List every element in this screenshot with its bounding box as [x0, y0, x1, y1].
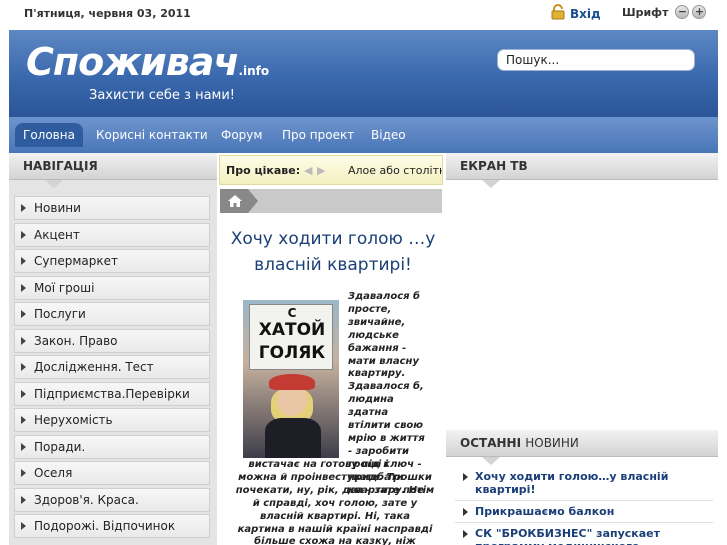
- bullet-arrow-icon: [21, 389, 26, 398]
- sign-line: ХАТОЙ: [258, 320, 326, 340]
- sidebar-item-label: Супермаркет: [34, 254, 118, 268]
- sidebar-item-services[interactable]: Послуги: [14, 302, 210, 326]
- sidebar-item-law[interactable]: Закон. Право: [14, 328, 210, 353]
- nav-item-video[interactable]: Відео: [363, 123, 414, 147]
- news-ticker: Про цікаве: ◀ ▶ Алое або столітник: [219, 155, 443, 185]
- nav-item-contacts[interactable]: Корисні контакти: [88, 123, 216, 147]
- lock-icon: [550, 4, 566, 24]
- sidebar-item-label: Послуги: [34, 307, 86, 321]
- bullet-arrow-icon: [463, 530, 468, 538]
- bullet-arrow-icon: [21, 230, 26, 239]
- sidebar-item-supermarket[interactable]: Супермаркет: [14, 249, 210, 273]
- article-photo: С ХАТОЙ ГОЛЯК: [243, 300, 339, 458]
- latest-news-link[interactable]: СК "БРОКБИЗНЕС" запускает программу меди…: [475, 527, 713, 545]
- bullet-arrow-icon: [21, 310, 26, 318]
- ticker-headline[interactable]: Алое або столітник: [348, 164, 442, 177]
- header-notch: [482, 457, 500, 465]
- protest-sign: С ХАТОЙ ГОЛЯК: [249, 304, 333, 370]
- article-text-body: вистачає на готову під ключ - можна й пр…: [235, 459, 435, 545]
- bullet-arrow-icon: [463, 473, 468, 481]
- home-icon: [228, 195, 242, 207]
- latest-news-header: ОСТАННІ НОВИНИ: [446, 430, 718, 465]
- bullet-arrow-icon: [21, 416, 26, 424]
- sidebar-item-label: Поради.: [34, 439, 86, 454]
- breadcrumb-home[interactable]: [220, 189, 258, 213]
- font-size-label: Шрифт: [622, 5, 669, 19]
- sidebar-item-label: Новини: [34, 201, 81, 215]
- photo-hat: [269, 374, 315, 390]
- navigation-header: НАВІГАЦІЯ: [9, 153, 217, 188]
- logo-suffix: .info: [238, 64, 270, 78]
- sidebar-item-realty[interactable]: Нерухомість: [14, 408, 210, 432]
- bullet-arrow-icon: [21, 363, 26, 371]
- sidebar-item-home[interactable]: Оселя: [14, 461, 210, 485]
- sidebar-item-travel[interactable]: Подорожі. Відпочинок: [14, 514, 210, 538]
- bullet-arrow-icon: [21, 257, 26, 265]
- list-item[interactable]: СК "БРОКБИЗНЕС" запускает программу меди…: [455, 523, 713, 545]
- login-link[interactable]: Вхід: [550, 4, 601, 24]
- header-notch: [45, 180, 63, 188]
- sidebar-item-money[interactable]: Мої гроші: [14, 275, 210, 300]
- latest-news-link[interactable]: Хочу ходити голою…у власній квартирі!: [475, 470, 713, 496]
- bullet-arrow-icon: [21, 336, 26, 345]
- site-header: Споживач.info Захисти себе з нами!: [9, 30, 718, 117]
- sign-line: ГОЛЯК: [258, 343, 326, 363]
- navigation-title: НАВІГАЦІЯ: [23, 159, 98, 173]
- arrow-left-icon[interactable]: ◀: [304, 164, 312, 177]
- tv-header: ЕКРАН ТВ: [446, 153, 718, 188]
- sidebar-item-label: Подорожі. Відпочинок: [34, 519, 176, 533]
- font-increase-button[interactable]: +: [692, 5, 707, 19]
- font-size-control: Шрифт − +: [622, 5, 707, 19]
- latest-news-title: ОСТАННІ НОВИНИ: [460, 436, 579, 450]
- font-decrease-button[interactable]: −: [675, 5, 690, 19]
- bullet-arrow-icon: [21, 204, 26, 212]
- arrow-right-icon[interactable]: ▶: [317, 164, 325, 177]
- sign-line: С: [287, 306, 297, 320]
- nav-item-forum[interactable]: Форум: [213, 123, 270, 147]
- sidebar-item-research[interactable]: Дослідження. Тест: [14, 355, 210, 379]
- sidebar-menu: Новини Акцент Супермаркет Мої гроші Посл…: [14, 196, 210, 541]
- tv-title: ЕКРАН ТВ: [460, 159, 528, 173]
- latest-news-list: Хочу ходити голою…у власній квартирі! Пр…: [455, 466, 713, 545]
- latest-news-link[interactable]: Прикрашаємо балкон: [475, 505, 614, 518]
- header-notch: [482, 180, 500, 188]
- site-slogan: Захисти себе з нами!: [89, 88, 236, 103]
- bullet-arrow-icon: [21, 522, 26, 530]
- latest-title-rest: НОВИНИ: [525, 436, 579, 450]
- sidebar-item-tips[interactable]: Поради.: [14, 434, 210, 459]
- sidebar-item-companies[interactable]: Підприємства.Перевірки: [14, 381, 210, 406]
- photo-body: [265, 418, 321, 458]
- bullet-arrow-icon: [21, 442, 26, 451]
- login-label: Вхід: [570, 7, 601, 21]
- bullet-arrow-icon: [21, 283, 26, 292]
- sidebar-item-label: Підприємства.Перевірки: [34, 386, 190, 401]
- article-title[interactable]: Хочу ходити голою …у власній квартирі!: [228, 226, 438, 278]
- site-logo[interactable]: Споживач.info: [26, 40, 269, 84]
- search-input[interactable]: [497, 49, 695, 71]
- sidebar-item-label: Акцент: [34, 227, 80, 242]
- current-date: П'ятниця, червня 03, 2011: [24, 7, 191, 20]
- bullet-arrow-icon: [463, 508, 468, 516]
- bullet-arrow-icon: [21, 495, 26, 504]
- sidebar-item-label: Мої гроші: [34, 280, 95, 295]
- list-item[interactable]: Прикрашаємо балкон: [455, 501, 713, 523]
- sidebar-item-accent[interactable]: Акцент: [14, 222, 210, 247]
- ticker-label: Про цікаве:: [226, 164, 301, 177]
- logo-text: Споживач: [26, 40, 239, 84]
- sidebar-item-health[interactable]: Здоров'я. Краса.: [14, 487, 210, 512]
- sidebar-item-news[interactable]: Новини: [14, 196, 210, 220]
- sidebar-item-label: Здоров'я. Краса.: [34, 492, 139, 507]
- sidebar-item-label: Дослідження. Тест: [34, 360, 154, 374]
- sidebar-item-label: Оселя: [34, 466, 73, 480]
- sidebar-item-label: Нерухомість: [34, 413, 113, 427]
- list-item[interactable]: Хочу ходити голою…у власній квартирі!: [455, 466, 713, 501]
- sidebar-item-label: Закон. Право: [34, 333, 118, 348]
- nav-item-about[interactable]: Про проект: [274, 123, 362, 147]
- latest-title-bold: ОСТАННІ: [460, 436, 522, 450]
- nav-item-home[interactable]: Головна: [15, 123, 83, 147]
- main-nav: Головна Корисні контакти Форум Про проек…: [9, 117, 718, 153]
- breadcrumb: [220, 189, 442, 213]
- top-bar: П'ятниця, червня 03, 2011 Вхід Шрифт − +: [0, 0, 727, 28]
- bullet-arrow-icon: [21, 469, 26, 477]
